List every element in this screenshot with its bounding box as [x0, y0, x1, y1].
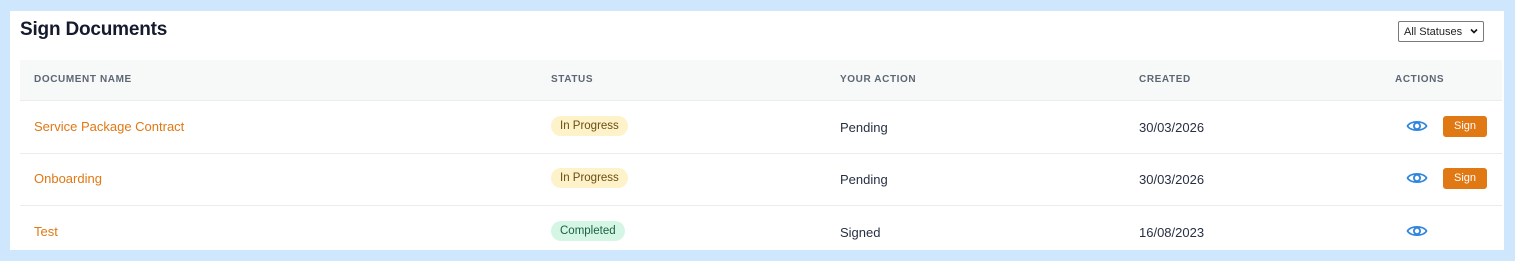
status-badge: In Progress — [551, 168, 628, 188]
eye-icon[interactable] — [1406, 223, 1428, 239]
document-name-link[interactable]: Service Package Contract — [34, 119, 184, 134]
document-name-link[interactable]: Onboarding — [34, 171, 102, 186]
table-header: DOCUMENT NAME STATUS YOUR ACTION CREATED… — [20, 60, 1502, 101]
sign-documents-card: Sign Documents All Statuses DOCUMENT NAM… — [10, 11, 1504, 250]
document-name-link[interactable]: Test — [34, 224, 58, 239]
created-date: 16/08/2023 — [1139, 225, 1205, 240]
your-action-text: Signed — [840, 225, 881, 240]
column-header-actions: ACTIONS — [1395, 74, 1445, 85]
column-header-document-name: DOCUMENT NAME — [34, 74, 132, 85]
created-date: 30/03/2026 — [1139, 120, 1205, 135]
your-action-text: Pending — [840, 172, 888, 187]
created-date: 30/03/2026 — [1139, 172, 1205, 187]
page-title: Sign Documents — [20, 19, 168, 40]
status-badge: Completed — [551, 221, 625, 241]
sign-button[interactable]: Sign — [1443, 116, 1487, 137]
column-header-your-action: YOUR ACTION — [840, 74, 917, 85]
column-header-created: CREATED — [1139, 74, 1191, 85]
table-row: Test Completed Signed 16/08/2023 — [20, 206, 1502, 258]
your-action-text: Pending — [840, 120, 888, 135]
eye-icon[interactable] — [1406, 170, 1428, 186]
table-row: Service Package Contract In Progress Pen… — [20, 101, 1502, 154]
sign-button[interactable]: Sign — [1443, 168, 1487, 189]
status-filter-value: All Statuses — [1404, 25, 1463, 38]
chevron-down-icon — [1470, 28, 1478, 34]
table-row: Onboarding In Progress Pending 30/03/202… — [20, 153, 1502, 206]
column-header-status: STATUS — [551, 74, 594, 85]
status-filter-select[interactable]: All Statuses — [1398, 21, 1484, 42]
eye-icon[interactable] — [1406, 118, 1428, 134]
status-badge: In Progress — [551, 116, 628, 136]
